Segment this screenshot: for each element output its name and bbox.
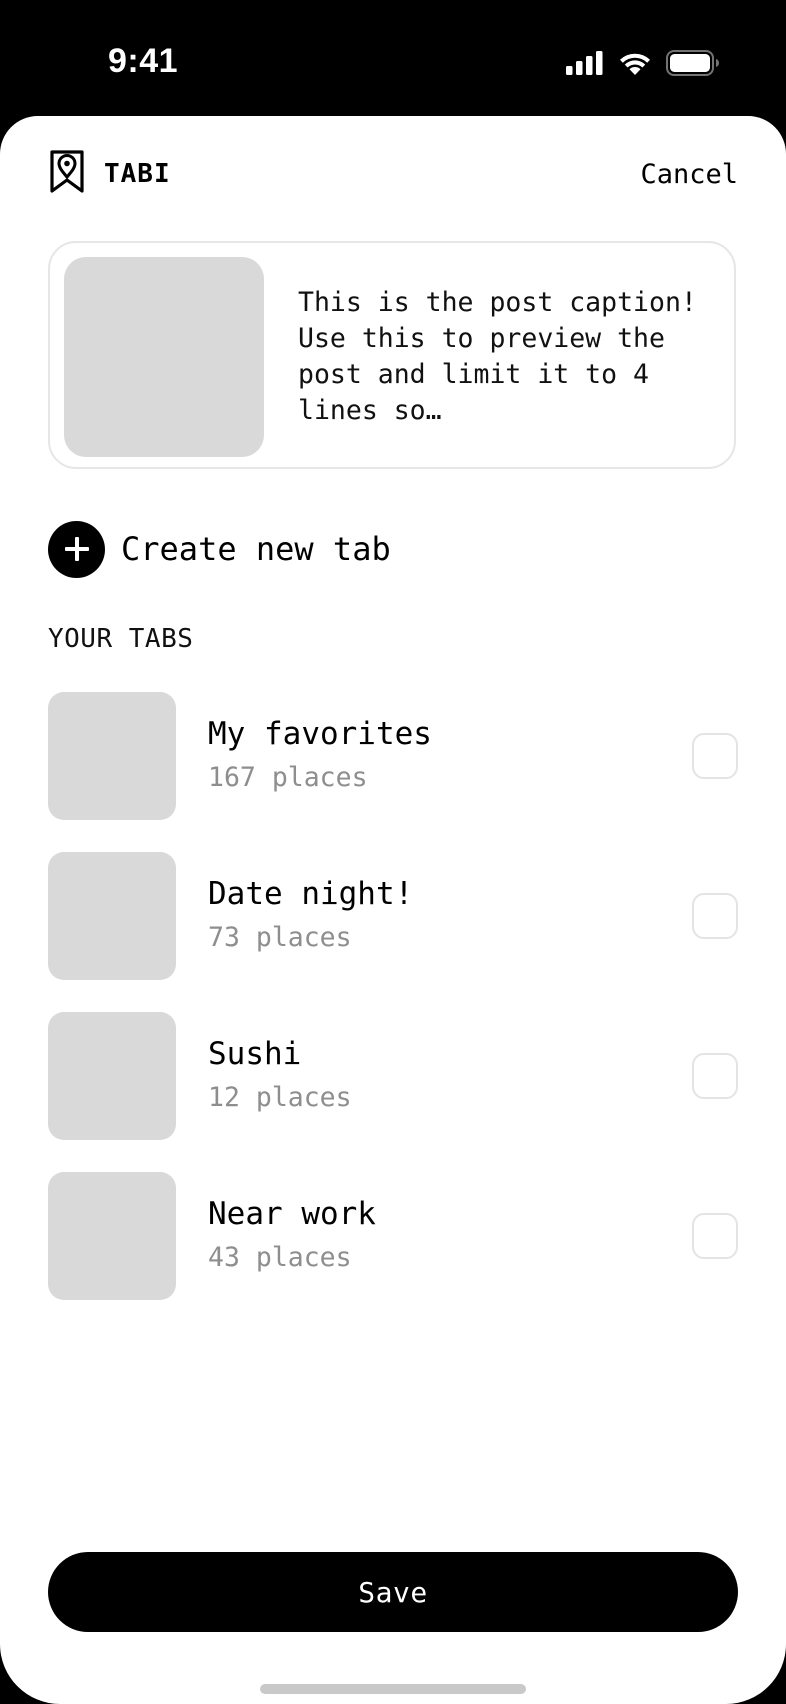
header: TABI Cancel	[48, 146, 738, 202]
tab-name: Date night!	[208, 876, 414, 912]
tab-checkbox[interactable]	[692, 1053, 738, 1099]
tab-item-near-work[interactable]: Near work 43 places	[48, 1172, 738, 1300]
tab-item-date-night[interactable]: Date night! 73 places	[48, 852, 738, 980]
tab-name: Near work	[208, 1196, 376, 1232]
post-preview-card: This is the post caption! Use this to pr…	[48, 241, 736, 469]
cancel-button[interactable]: Cancel	[640, 159, 738, 190]
tab-checkbox[interactable]	[692, 1213, 738, 1259]
post-thumbnail	[64, 257, 264, 457]
app-name: TABI	[104, 159, 171, 189]
plus-icon	[48, 520, 105, 578]
status-time: 9:41	[108, 42, 179, 80]
tab-thumbnail	[48, 1012, 176, 1140]
create-new-tab-button[interactable]: Create new tab	[48, 520, 391, 578]
tab-place-count: 43 places	[208, 1242, 352, 1273]
wifi-icon	[618, 51, 652, 81]
tab-name: My favorites	[208, 716, 432, 752]
tab-checkbox[interactable]	[692, 733, 738, 779]
save-button[interactable]: Save	[48, 1552, 738, 1632]
tab-item-my-favorites[interactable]: My favorites 167 places	[48, 692, 738, 820]
tab-thumbnail	[48, 692, 176, 820]
create-new-tab-label: Create new tab	[121, 530, 391, 568]
status-bar: 9:41	[0, 0, 786, 116]
home-indicator	[260, 1684, 526, 1694]
tab-thumbnail	[48, 852, 176, 980]
tab-list: My favorites 167 places Date night! 73 p…	[48, 692, 738, 1332]
section-title: YOUR TABS	[48, 624, 194, 654]
tab-thumbnail	[48, 1172, 176, 1300]
tab-place-count: 12 places	[208, 1082, 352, 1113]
tab-checkbox[interactable]	[692, 893, 738, 939]
tab-place-count: 73 places	[208, 922, 352, 953]
tab-place-count: 167 places	[208, 762, 368, 793]
tab-name: Sushi	[208, 1036, 302, 1072]
cellular-signal-icon	[566, 51, 604, 80]
phone-screen: 9:41 TABI Cancel This is the post captio…	[0, 0, 786, 1704]
brand: TABI	[48, 149, 171, 200]
status-icons	[566, 50, 720, 81]
bookmark-pin-icon	[48, 149, 86, 200]
battery-icon	[666, 50, 720, 81]
post-caption: This is the post caption! Use this to pr…	[298, 287, 697, 426]
save-to-tab-sheet: TABI Cancel This is the post caption! Us…	[0, 116, 786, 1704]
tab-item-sushi[interactable]: Sushi 12 places	[48, 1012, 738, 1140]
